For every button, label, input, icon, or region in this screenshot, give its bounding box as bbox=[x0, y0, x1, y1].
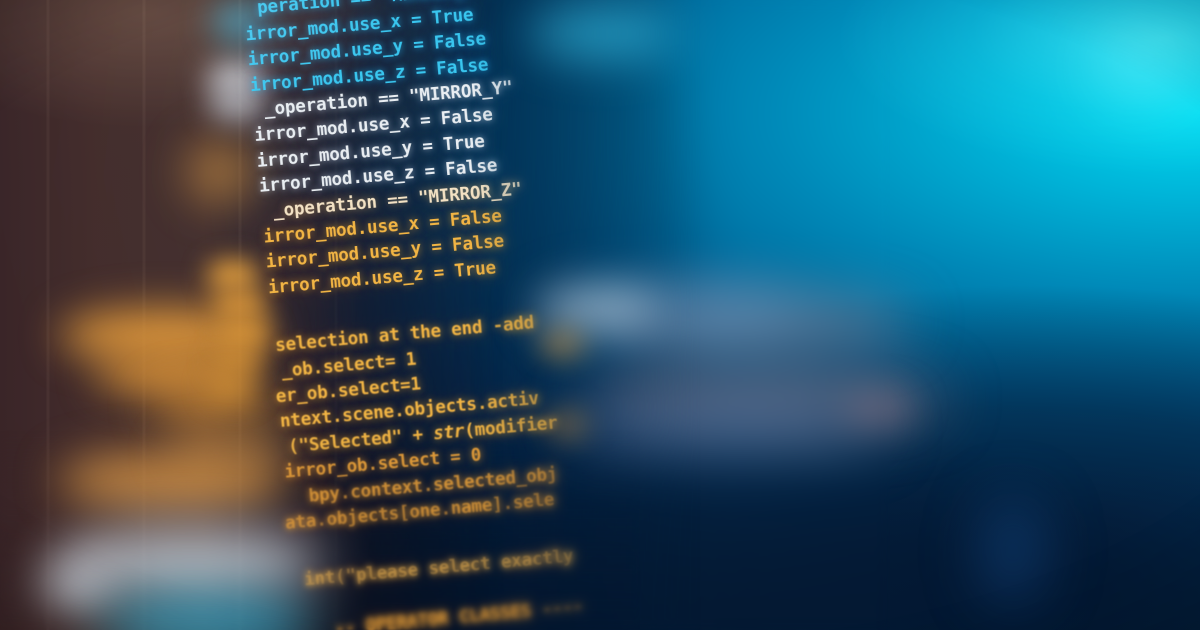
orange-dot-right-code bbox=[540, 330, 584, 358]
orange-dot-upper-e bbox=[208, 374, 256, 402]
orange-dot-upper-a bbox=[206, 258, 260, 292]
code-screen-photo: or_objectperation == "MIRROR_X":irror_mo… bbox=[0, 0, 1200, 630]
orange-streak-mid-b bbox=[166, 436, 296, 466]
amber-glow-edge bbox=[186, 140, 256, 204]
navy-blob-lower-right bbox=[978, 496, 1048, 606]
orange-dot-upper-d bbox=[214, 346, 264, 376]
orange-dot-upper-b bbox=[212, 288, 268, 320]
blue-streak-right-b bbox=[560, 406, 890, 452]
white-dot-bottom bbox=[42, 556, 112, 612]
white-blur-right-top bbox=[536, 286, 656, 332]
cyan-blur-top-right bbox=[528, 8, 678, 58]
rose-dot-right-edge bbox=[846, 392, 914, 424]
cyan-dot-top-far bbox=[1096, 26, 1186, 106]
orange-dot-upper-c bbox=[220, 318, 272, 348]
